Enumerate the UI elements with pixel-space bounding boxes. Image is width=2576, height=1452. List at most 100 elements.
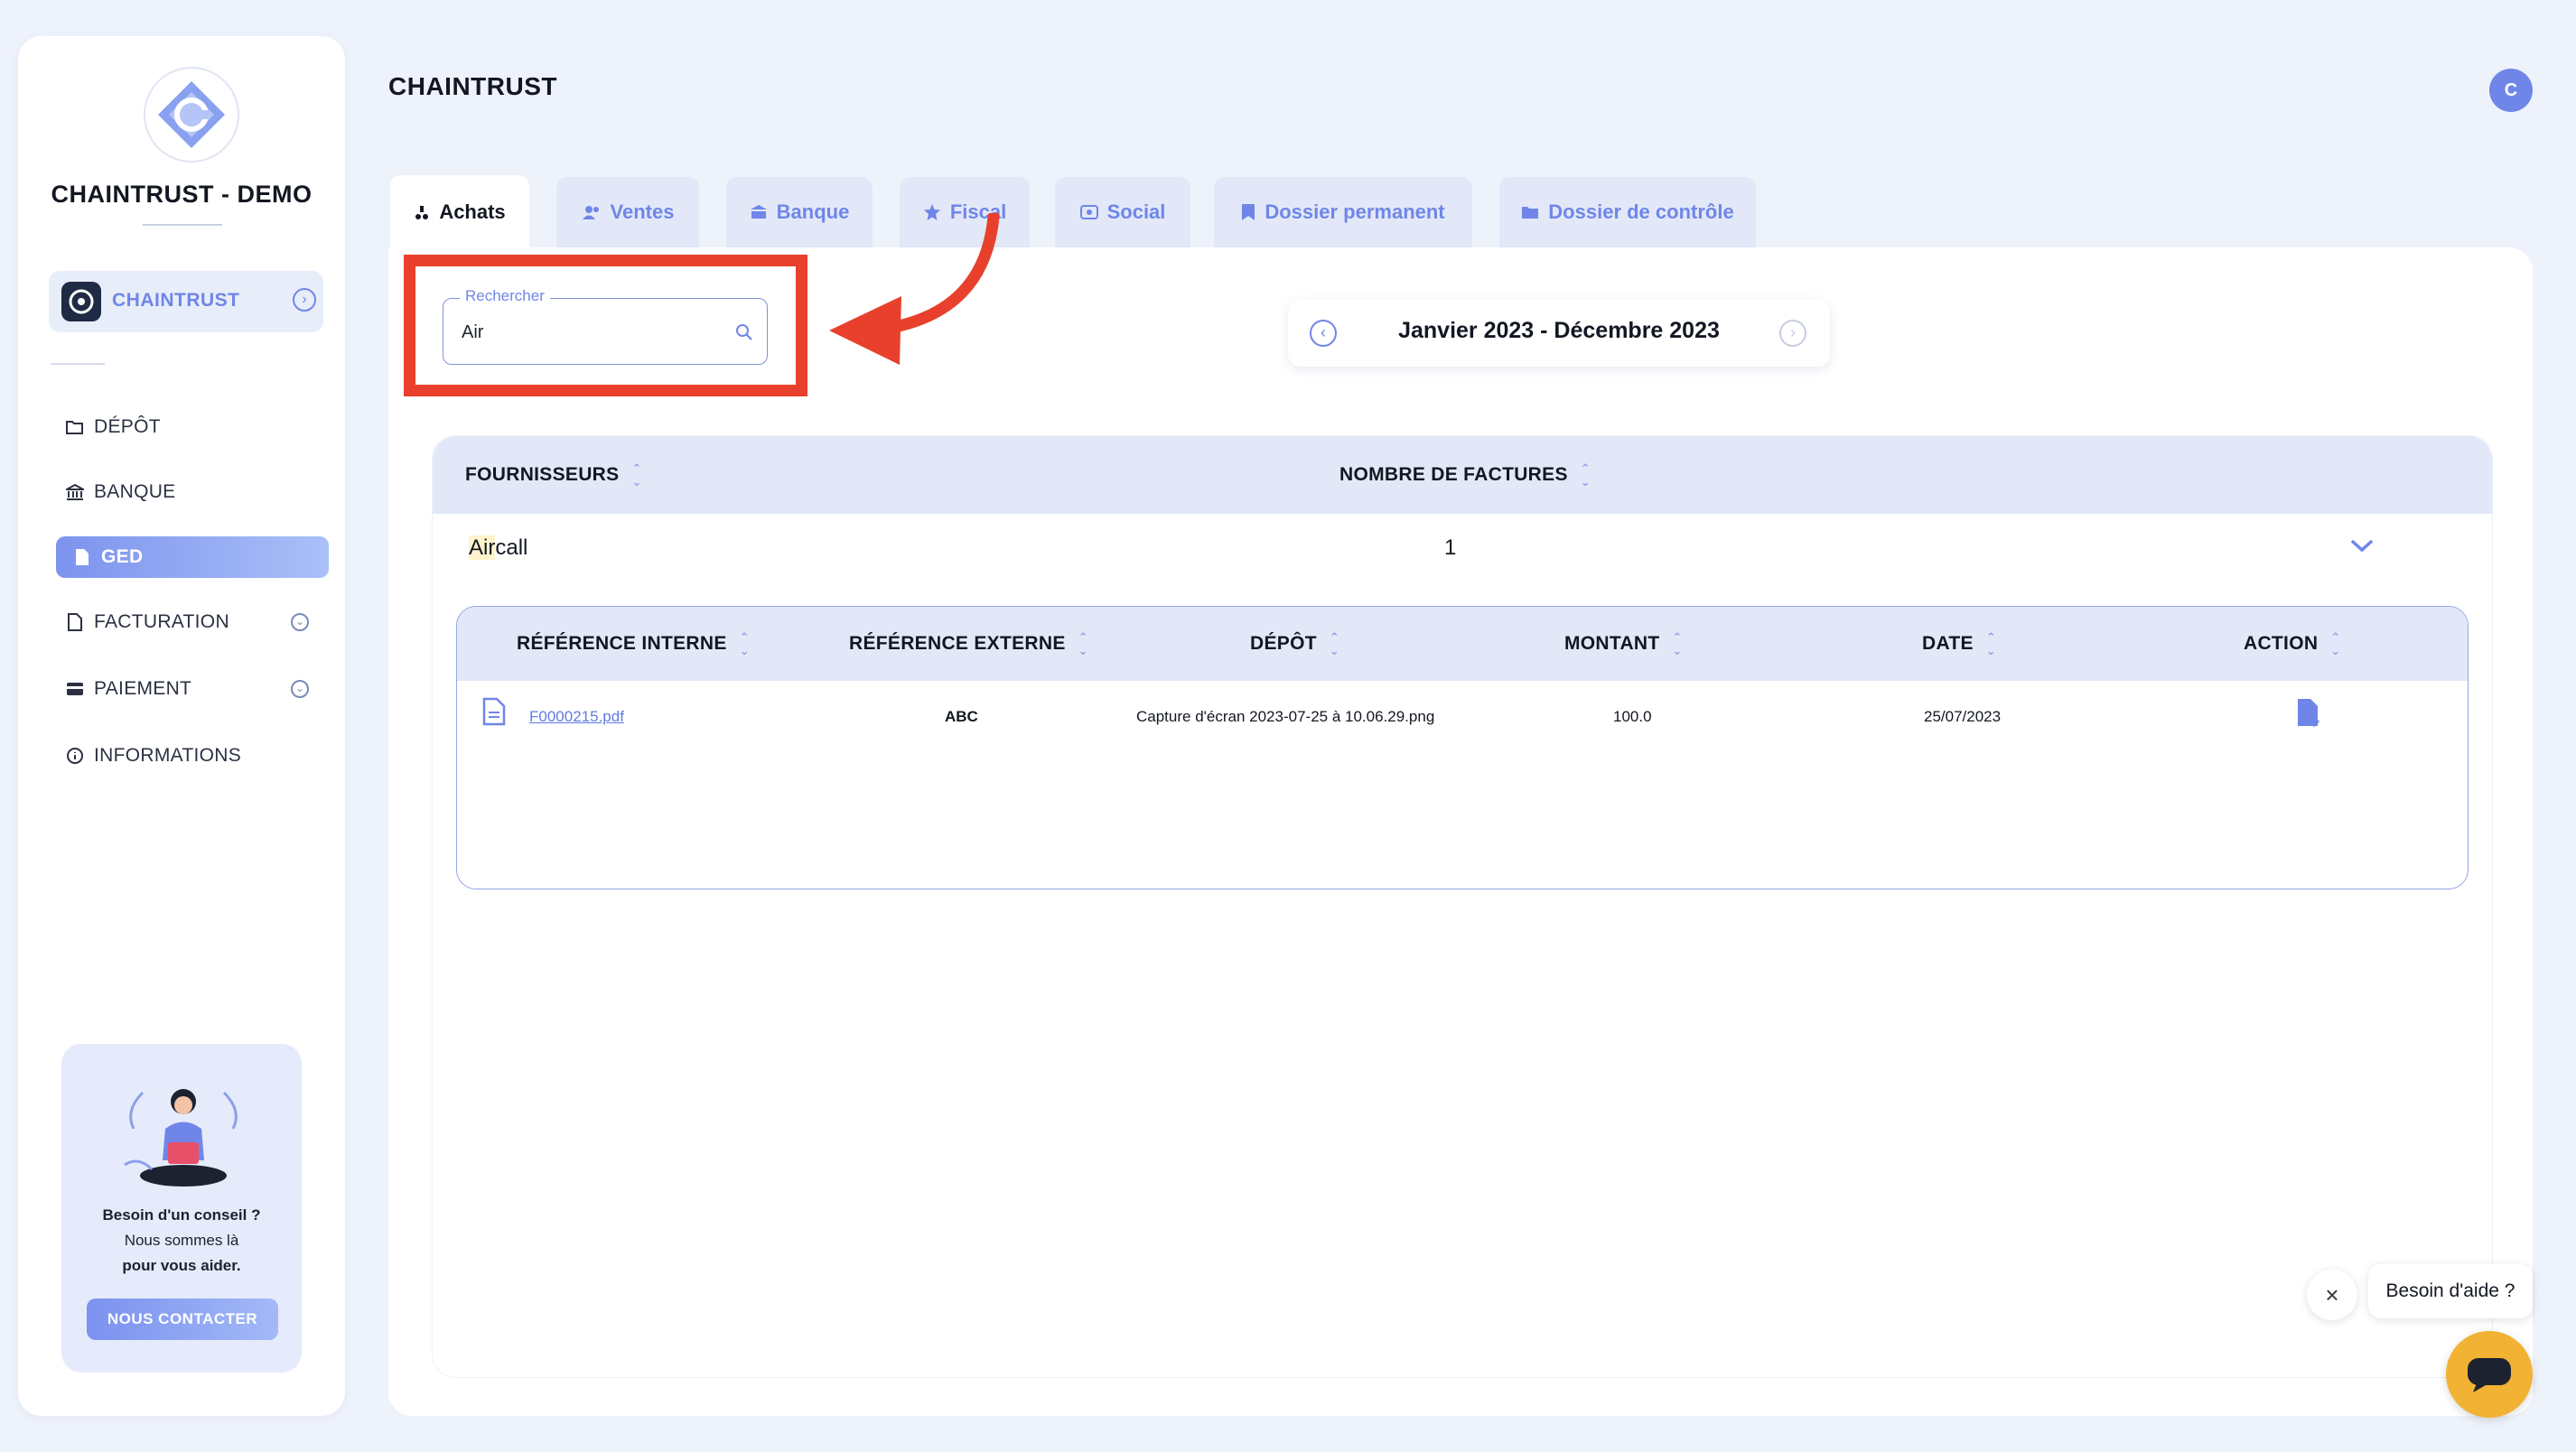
date-cell: 25/07/2023 <box>1924 708 2002 725</box>
annotation-highlight-box <box>404 255 807 396</box>
sidebar-item-depot[interactable]: DÉPÔT <box>49 406 334 448</box>
folder-upload-icon <box>65 417 85 437</box>
file-download-icon[interactable] <box>2296 697 2321 728</box>
divider <box>143 224 222 226</box>
info-icon <box>65 746 85 766</box>
chat-launcher-button[interactable] <box>2446 1331 2533 1418</box>
column-header-amount[interactable]: MONTANT ⌃ ⌄ <box>1564 607 1683 681</box>
tab-social[interactable]: Social <box>1055 177 1190 247</box>
sort-icon[interactable]: ⌃ ⌄ <box>1986 630 1996 657</box>
account-label: CHAINTRUST <box>112 290 240 311</box>
invoices-subtable: RÉFÉRENCE INTERNE ⌃ ⌄ RÉFÉRENCE EXTERNE ⌃… <box>456 606 2469 889</box>
help-line-1: Besoin d'un conseil ? <box>102 1206 261 1224</box>
file-icon <box>482 697 506 726</box>
column-header-label: MONTANT <box>1564 633 1660 654</box>
company-name: CHAINTRUST - DEMO <box>51 181 313 208</box>
sort-icon[interactable]: ⌃ ⌄ <box>2330 630 2340 657</box>
annotation-arrow-icon <box>829 213 1000 365</box>
chevron-down-icon[interactable]: ⌄ <box>291 613 309 631</box>
column-header-label: FOURNISSEURS <box>465 464 620 485</box>
tab-ventes[interactable]: Ventes <box>556 177 699 247</box>
chat-bubble[interactable]: Besoin d'aide ? <box>2368 1264 2533 1318</box>
column-header-deposit[interactable]: DÉPÔT ⌃ ⌄ <box>1250 607 1339 681</box>
search-match: Air <box>469 535 496 560</box>
bookmark-icon <box>1241 203 1255 221</box>
column-header-label: DATE <box>1922 633 1974 654</box>
column-header-label: ACTION <box>2244 633 2319 654</box>
sort-icon[interactable]: ⌃ ⌄ <box>1330 630 1339 657</box>
tab-dossier-permanent[interactable]: Dossier permanent <box>1214 177 1472 247</box>
column-header-date[interactable]: DATE ⌃ ⌄ <box>1922 607 1996 681</box>
tab-dossier-controle[interactable]: Dossier de contrôle <box>1499 177 1756 247</box>
contact-button[interactable]: NOUS CONTACTER <box>87 1298 278 1340</box>
chevron-right-icon[interactable]: › <box>1779 320 1806 347</box>
invoice-count: 1 <box>1444 535 1457 560</box>
column-header-suppliers[interactable]: FOURNISSEURS ⌃ ⌄ <box>465 436 642 514</box>
tab-label: Ventes <box>610 200 675 223</box>
column-header-label: RÉFÉRENCE EXTERNE <box>849 633 1066 654</box>
amount-cell: 100.0 <box>1613 708 1652 725</box>
card-icon <box>65 679 85 699</box>
tab-achats[interactable]: Achats <box>390 175 529 249</box>
avatar[interactable]: C <box>2489 69 2533 112</box>
column-header-label: RÉFÉRENCE INTERNE <box>517 633 727 654</box>
column-header-action[interactable]: ACTION ⌃ ⌄ <box>2244 607 2341 681</box>
sort-icon[interactable]: ⌃ ⌄ <box>1673 630 1683 657</box>
deposit-cell: Capture d'écran 2023-07-25 à 10.06.29.pn… <box>1136 708 1435 725</box>
chevron-down-icon[interactable] <box>2346 530 2378 563</box>
help-card: Besoin d'un conseil ? Nous sommes là pou… <box>61 1044 302 1373</box>
meditation-illustration-icon <box>124 1089 238 1187</box>
account-switcher[interactable]: CHAINTRUST › <box>49 271 323 332</box>
sidebar-item-label: PAIEMENT <box>94 678 192 699</box>
social-icon <box>1079 205 1098 219</box>
external-ref-cell: ABC <box>945 708 978 725</box>
company-logo-icon <box>144 67 239 163</box>
sidebar-item-banque[interactable]: BANQUE <box>49 471 334 513</box>
bank-icon <box>750 204 768 220</box>
period-label: Janvier 2023 - Décembre 2023 <box>1398 318 1720 343</box>
tab-label: Dossier permanent <box>1265 200 1445 223</box>
sidebar: CHAINTRUST - DEMO CHAINTRUST › DÉPÔT BAN… <box>18 36 345 1416</box>
column-header-label: NOMBRE DE FACTURES <box>1339 464 1568 485</box>
page-title: CHAINTRUST <box>388 72 557 100</box>
chevron-right-icon[interactable]: › <box>293 288 316 312</box>
column-header-external-ref[interactable]: RÉFÉRENCE EXTERNE ⌃ ⌄ <box>849 607 1088 681</box>
invoice-icon <box>65 612 85 632</box>
sort-icon[interactable]: ⌃ ⌄ <box>631 461 641 489</box>
sidebar-item-facturation[interactable]: FACTURATION ⌄ <box>49 601 334 643</box>
sidebar-item-label: DÉPÔT <box>94 416 161 437</box>
sidebar-item-label: INFORMATIONS <box>94 745 242 766</box>
subtable-header <box>457 607 2468 681</box>
sidebar-item-label: BANQUE <box>94 481 176 502</box>
sidebar-item-paiement[interactable]: PAIEMENT ⌄ <box>49 668 334 710</box>
tab-label: Dossier de contrôle <box>1548 200 1734 223</box>
internal-ref-link[interactable]: F0000215.pdf <box>529 708 624 726</box>
users-icon <box>582 204 602 220</box>
sidebar-item-label: FACTURATION <box>94 611 229 632</box>
bank-icon <box>65 482 85 502</box>
sort-icon[interactable]: ⌃ ⌄ <box>1581 461 1591 489</box>
chevron-down-icon[interactable]: ⌄ <box>291 680 309 698</box>
sort-icon[interactable]: ⌃ ⌄ <box>740 630 750 657</box>
folder-icon <box>1521 204 1539 220</box>
help-line-2: Nous sommes là <box>124 1232 239 1249</box>
sidebar-item-label: GED <box>101 546 144 567</box>
tab-label: Social <box>1106 200 1166 223</box>
column-header-invoice-count[interactable]: NOMBRE DE FACTURES ⌃ ⌄ <box>1339 436 1591 514</box>
sort-icon[interactable]: ⌃ ⌄ <box>1078 630 1088 657</box>
period-selector: ‹ Janvier 2023 - Décembre 2023 › <box>1288 300 1830 367</box>
divider <box>51 363 105 365</box>
column-header-label: DÉPÔT <box>1250 633 1317 654</box>
close-icon[interactable]: × <box>2307 1270 2357 1320</box>
supplier-name[interactable]: Aircall <box>469 535 527 561</box>
help-line-3: pour vous aider. <box>122 1257 241 1274</box>
sidebar-item-ged[interactable]: GED <box>56 536 329 578</box>
account-logo-icon <box>61 282 101 321</box>
column-header-internal-ref[interactable]: RÉFÉRENCE INTERNE ⌃ ⌄ <box>517 607 750 681</box>
suppliers-table: FOURNISSEURS ⌃ ⌄ NOMBRE DE FACTURES ⌃ ⌄ Ai… <box>432 435 2493 1378</box>
help-text: Besoin d'un conseil ? Nous sommes là pou… <box>61 1203 302 1279</box>
document-icon <box>72 547 92 567</box>
tab-label: Achats <box>439 200 506 223</box>
cart-icon <box>414 204 430 220</box>
sidebar-item-informations[interactable]: INFORMATIONS <box>49 735 334 777</box>
